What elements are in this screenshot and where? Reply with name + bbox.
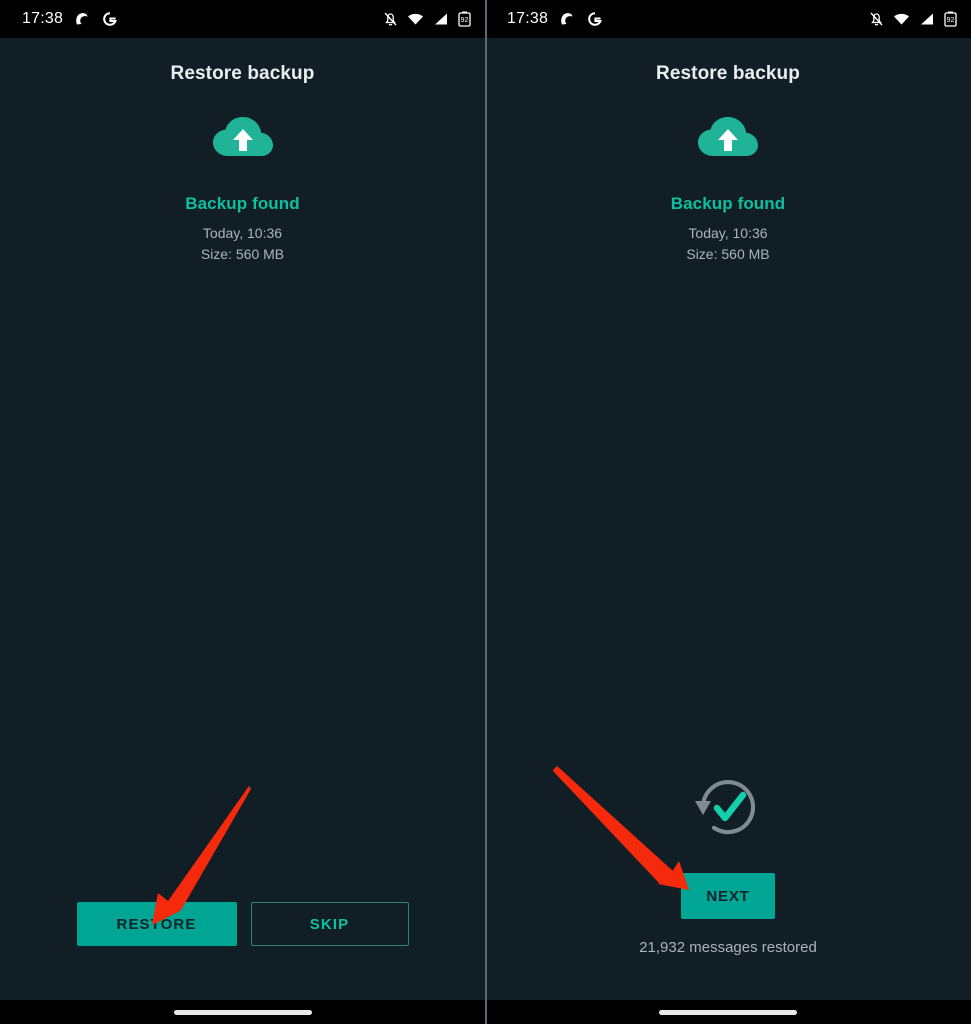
restore-backup-content-right: Restore backup Backup found Today, 10:36… [485,38,971,1000]
google-icon [102,11,118,27]
status-bar-right-group: 92 [869,11,957,27]
app-notification-icon [74,11,91,28]
restore-button[interactable]: RESTORE [76,902,237,946]
wifi-icon [893,12,910,26]
navigation-bar-right [485,1000,971,1024]
cellular-signal-icon [919,12,935,26]
navigation-bar-left [0,1000,485,1024]
app-notification-icon [559,11,576,28]
cloud-upload-icon-wrapper [485,112,971,167]
panel-divider [485,0,487,1024]
restore-backup-content-left: Restore backup Backup found Today, 10:36… [0,38,485,1000]
backup-size: Size: 560 MB [200,246,285,262]
next-button[interactable]: NEXT [681,873,775,919]
restored-messages-count: 21,932 messages restored [639,939,817,956]
status-bar-left: 17:38 92 [0,0,485,38]
page-title: Restore backup [170,63,315,84]
dual-screenshot-container: 17:38 92 Restore backup Backup found Tod… [0,0,971,1024]
status-bar-clock: 17:38 [507,10,549,27]
backup-date: Today, 10:36 [688,225,768,241]
cloud-upload-icon [211,112,275,167]
restore-complete-block: NEXT 21,932 messages restored [485,768,971,956]
backup-details: Today, 10:36 Size: 560 MB [485,223,971,265]
status-bar-clock: 17:38 [22,10,64,27]
backup-status-heading: Backup found [185,194,300,213]
wifi-icon [407,12,424,26]
backup-status-heading: Backup found [670,194,786,213]
status-bar-left-group: 17:38 [22,10,118,28]
gesture-home-pill[interactable] [659,1009,797,1015]
restore-complete-check-icon [689,768,767,851]
backup-size: Size: 560 MB [686,246,770,262]
status-bar-right-group: 92 [383,11,471,27]
backup-date: Today, 10:36 [202,225,283,241]
backup-details: Today, 10:36 Size: 560 MB [0,223,485,265]
phone-screen-right: 17:38 92 Restore backup Backup found Tod… [485,0,971,1024]
cloud-upload-icon [696,112,760,167]
notifications-silenced-icon [869,11,884,27]
status-bar-left-group: 17:38 [507,10,603,28]
status-bar-right: 17:38 92 [485,0,971,38]
google-icon [587,11,603,27]
battery-icon: 92 [458,11,471,27]
svg-text:92: 92 [461,17,469,24]
svg-text:92: 92 [947,17,955,24]
notifications-silenced-icon [383,11,398,27]
page-title: Restore backup [656,63,800,84]
battery-icon: 92 [944,11,957,27]
skip-button[interactable]: SKIP [250,902,409,946]
phone-screen-left: 17:38 92 Restore backup Backup found Tod… [0,0,485,1024]
action-buttons-row: RESTORE SKIP [0,902,485,946]
cellular-signal-icon [433,12,449,26]
gesture-home-pill[interactable] [173,1009,312,1015]
cloud-upload-icon-wrapper [0,112,485,167]
